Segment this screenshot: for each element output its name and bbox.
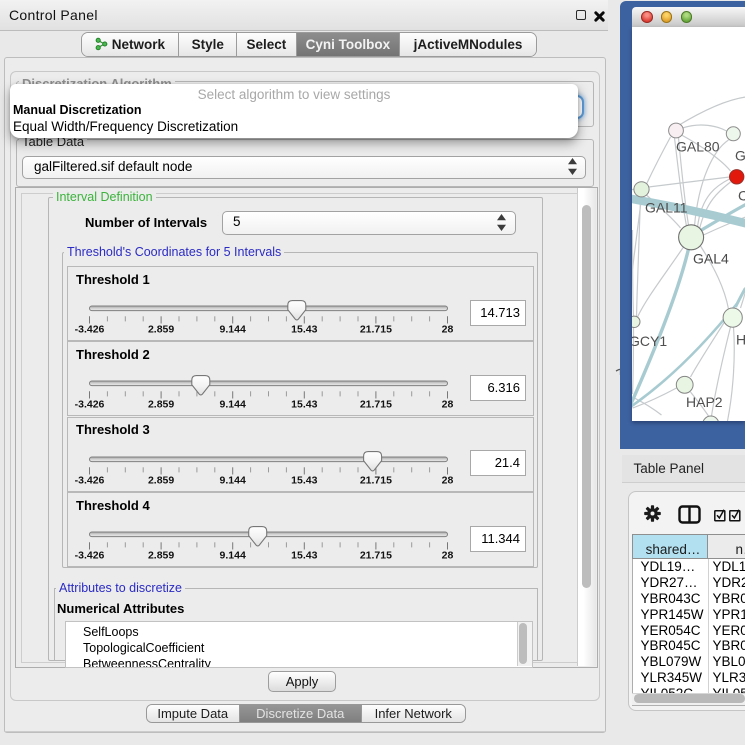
svg-text:2.859: 2.859: [147, 399, 173, 411]
svg-text:GAL80: GAL80: [676, 139, 720, 155]
svg-text:GAL8: GAL8: [735, 148, 745, 164]
svg-text:HIS: HIS: [736, 332, 745, 348]
svg-text:21.715: 21.715: [359, 324, 391, 336]
svg-text:15.43: 15.43: [291, 550, 317, 562]
svg-text:21.715: 21.715: [359, 550, 391, 562]
svg-text:15.43: 15.43: [291, 399, 317, 411]
svg-text:15.43: 15.43: [291, 324, 317, 336]
svg-text:9.144: 9.144: [219, 399, 245, 411]
svg-text:2.859: 2.859: [147, 550, 173, 562]
svg-text:28: 28: [441, 550, 453, 562]
svg-text:2.859: 2.859: [147, 324, 173, 336]
svg-text:GAL11: GAL11: [645, 200, 688, 216]
svg-text:-3.426: -3.426: [74, 474, 104, 486]
svg-text:9.144: 9.144: [219, 474, 245, 486]
svg-text:-3.426: -3.426: [74, 399, 104, 411]
svg-text:21.715: 21.715: [359, 399, 391, 411]
svg-text:CR1: CR1: [738, 188, 745, 204]
svg-text:-3.426: -3.426: [74, 324, 104, 336]
svg-text:28: 28: [441, 324, 453, 336]
svg-text:-3.426: -3.426: [74, 550, 104, 562]
svg-text:2.859: 2.859: [147, 474, 173, 486]
svg-text:GCY1: GCY1: [632, 333, 667, 349]
svg-text:9.144: 9.144: [219, 550, 245, 562]
svg-text:9.144: 9.144: [219, 324, 245, 336]
svg-text:21.715: 21.715: [359, 474, 391, 486]
svg-text:28: 28: [441, 399, 453, 411]
svg-text:28: 28: [441, 474, 453, 486]
svg-text:HAP2: HAP2: [686, 394, 723, 410]
svg-text:15.43: 15.43: [291, 474, 317, 486]
svg-text:GAL4: GAL4: [693, 251, 729, 267]
